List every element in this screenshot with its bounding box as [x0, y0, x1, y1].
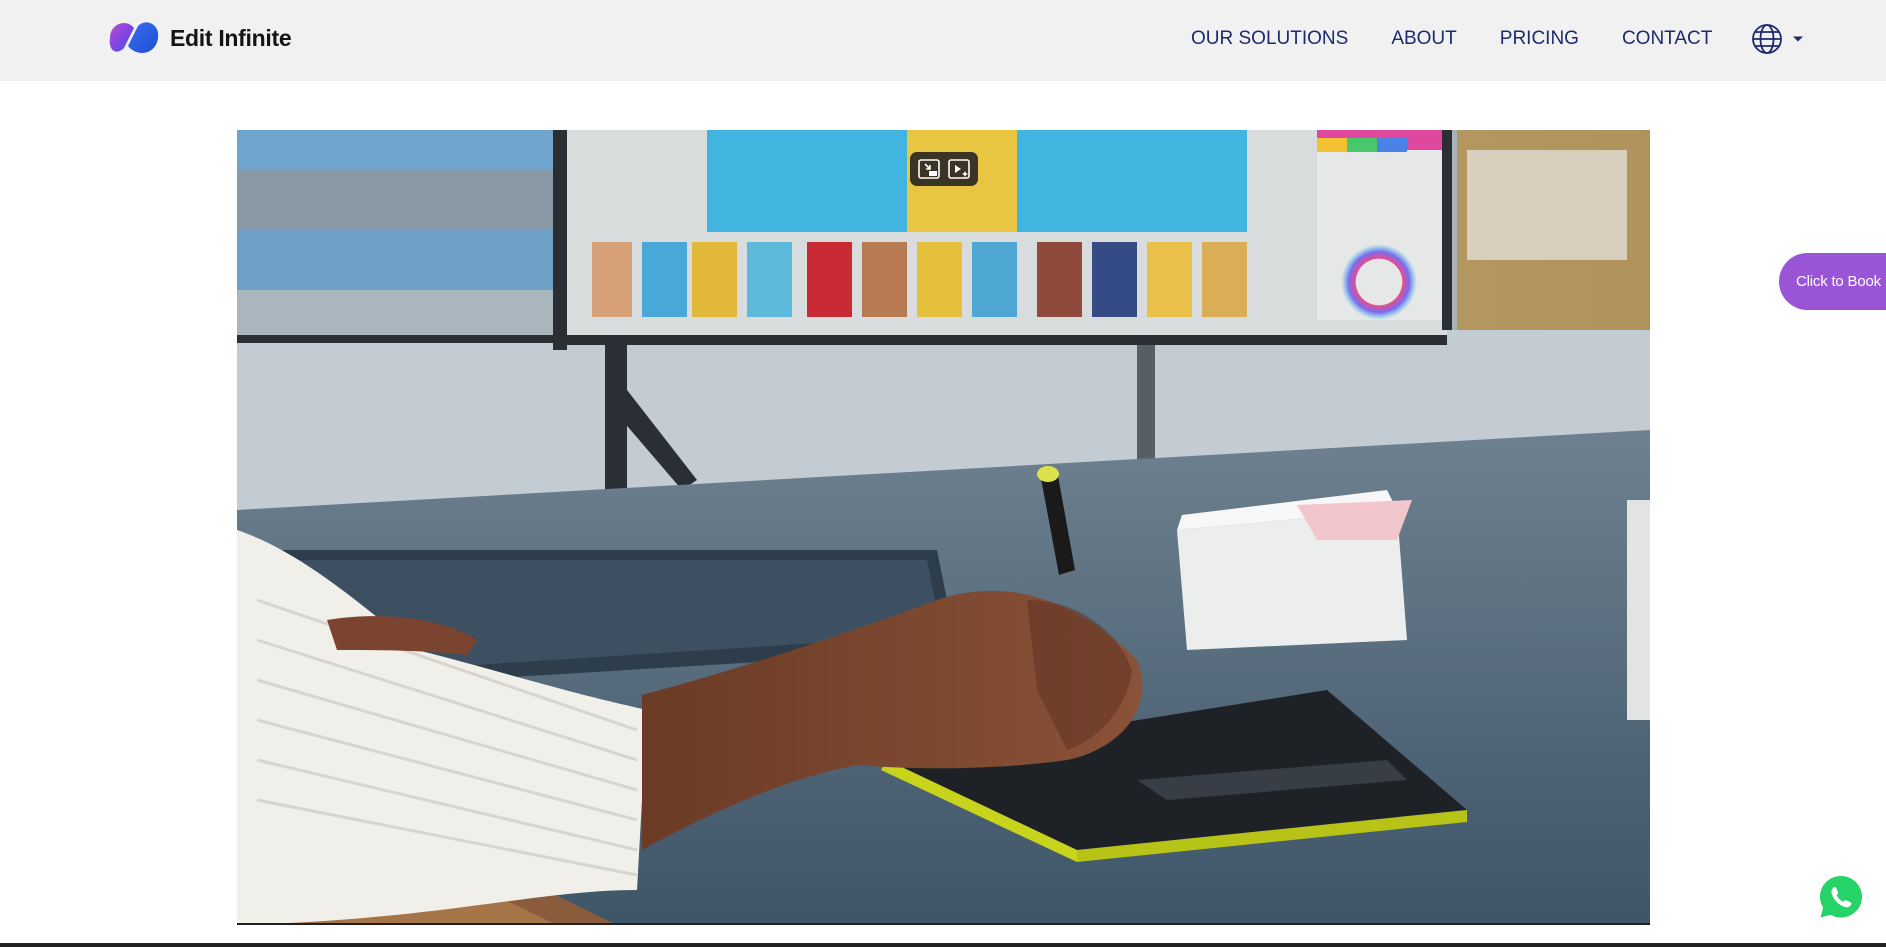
main-nav: OUR SOLUTIONS ABOUT PRICING CONTACT	[1191, 24, 1804, 54]
click-to-book-button[interactable]: Click to Book	[1779, 253, 1886, 310]
hero-video[interactable]	[237, 130, 1650, 925]
language-selector[interactable]	[1751, 23, 1804, 55]
whatsapp-icon	[1815, 871, 1867, 923]
video-frame-image	[237, 130, 1650, 925]
nav-contact[interactable]: CONTACT	[1622, 28, 1712, 50]
whatsapp-chat-button[interactable]	[1814, 870, 1868, 924]
auto-picture-in-picture-icon[interactable]	[947, 158, 971, 180]
caret-down-icon	[1793, 36, 1804, 42]
brand-logo[interactable]: Edit Infinite	[104, 16, 292, 60]
video-bottom-edge	[237, 923, 1650, 925]
pip-controls	[910, 152, 978, 186]
exit-picture-in-picture-icon[interactable]	[917, 158, 941, 180]
brand-name: Edit Infinite	[170, 24, 292, 51]
page-bottom-bar	[0, 943, 1886, 947]
globe-icon	[1752, 24, 1783, 54]
brand-logo-icon	[109, 22, 159, 53]
site-header: Edit Infinite OUR SOLUTIONS ABOUT PRICIN…	[0, 0, 1886, 81]
nav-about[interactable]: ABOUT	[1391, 28, 1456, 50]
nav-pricing[interactable]: PRICING	[1500, 28, 1579, 50]
nav-our-solutions[interactable]: OUR SOLUTIONS	[1191, 28, 1348, 50]
